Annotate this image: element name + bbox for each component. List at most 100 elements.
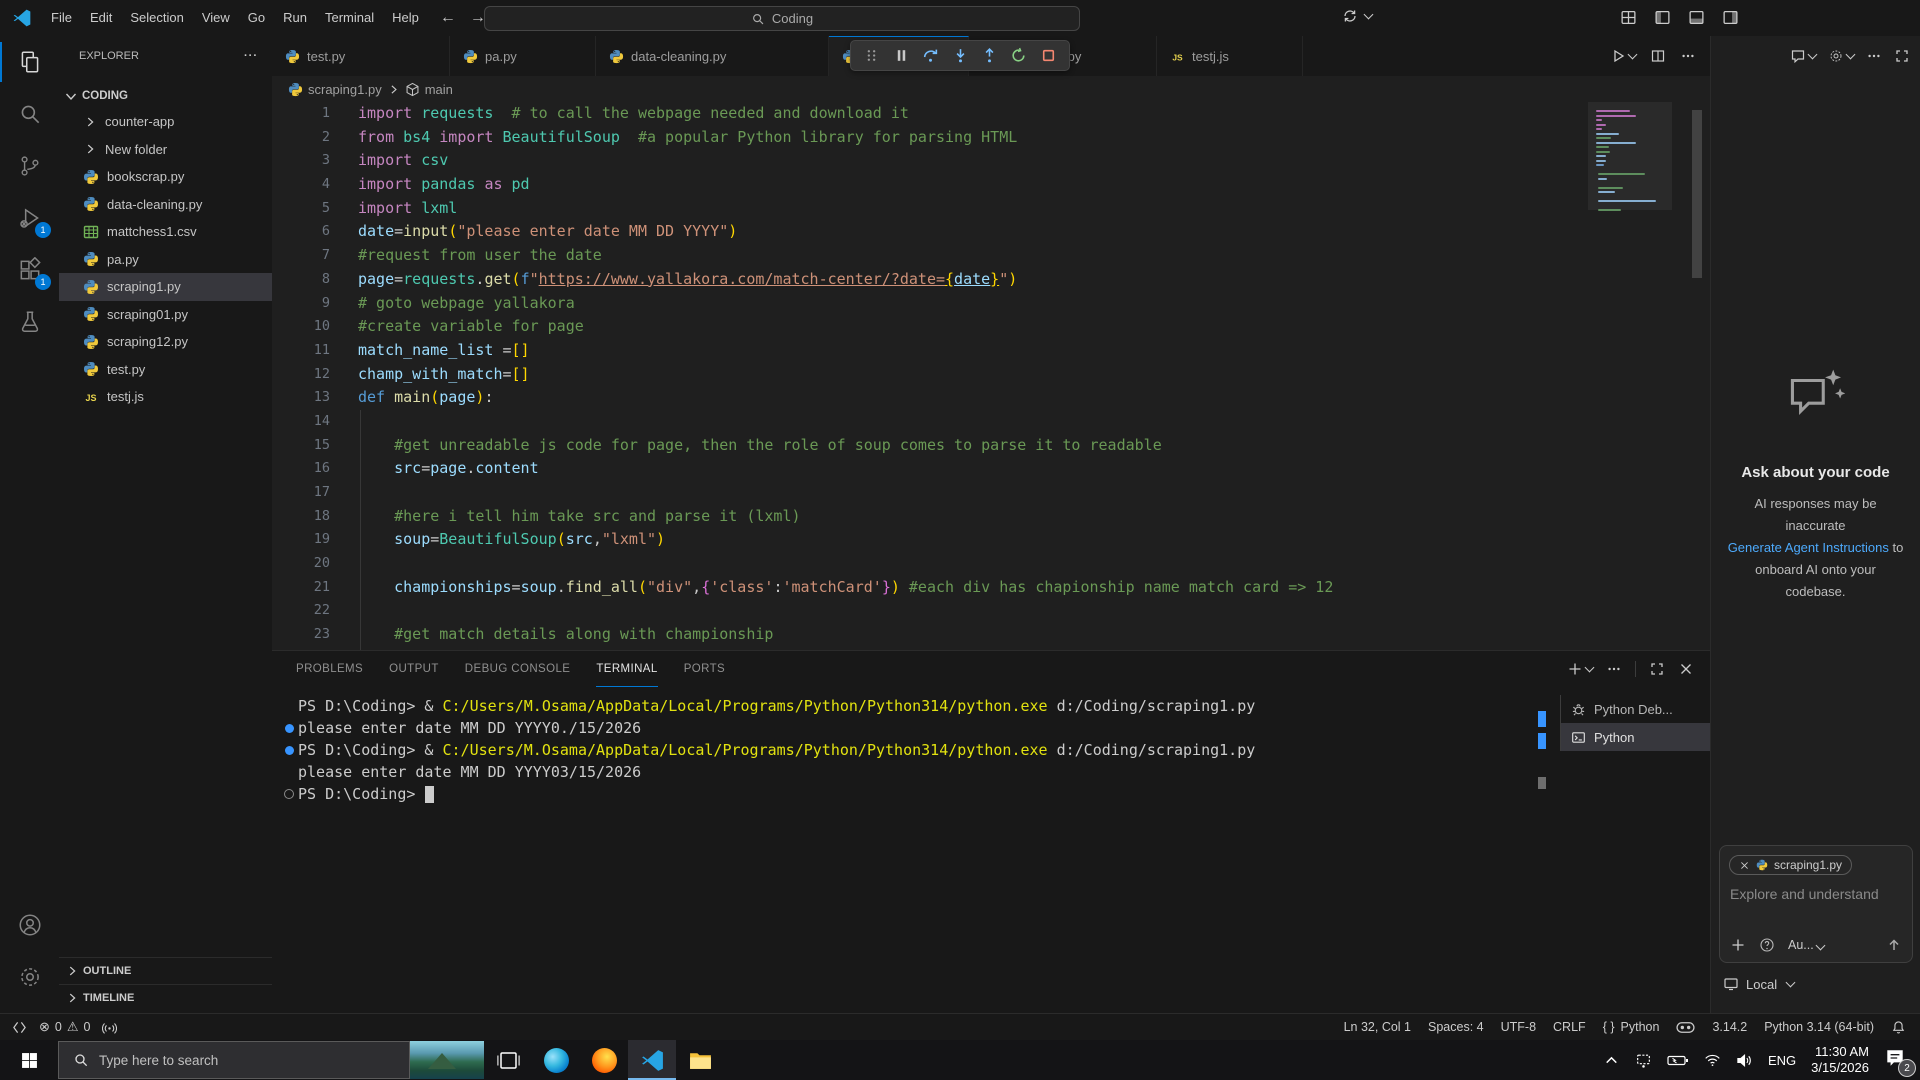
add-context-button[interactable] <box>1730 937 1746 953</box>
back-button[interactable]: ← <box>440 9 456 27</box>
command-center-search[interactable]: Coding <box>484 6 1080 31</box>
file-item-counter-app[interactable]: counter-app <box>59 108 272 136</box>
pause-button[interactable] <box>893 47 910 64</box>
workspace-root-folder[interactable]: CODING <box>59 84 272 108</box>
language-indicator[interactable]: ENG <box>1768 1053 1796 1068</box>
code-line-8[interactable]: 8page=requests.get(f"https://www.yallako… <box>272 268 1710 292</box>
model-picker[interactable]: Au... <box>1788 938 1824 952</box>
chat-settings-button[interactable] <box>1828 48 1854 64</box>
menu-go[interactable]: Go <box>239 0 274 36</box>
activity-source-control[interactable] <box>0 140 59 192</box>
python-version[interactable]: 3.14.2 <box>1712 1020 1747 1034</box>
stop-button[interactable] <box>1040 47 1057 64</box>
menu-run[interactable]: Run <box>274 0 316 36</box>
remote-window-button[interactable] <box>12 1020 27 1035</box>
edge-button[interactable] <box>532 1040 580 1080</box>
terminal-output[interactable]: PS D:\Coding> & C:/Users/M.Osama/AppData… <box>280 695 1255 805</box>
chat-input-card[interactable]: scraping1.py Explore and understand Au..… <box>1719 845 1913 963</box>
activity-search[interactable] <box>0 88 59 140</box>
code-line-6[interactable]: 6date=input("please enter date MM DD YYY… <box>272 220 1710 244</box>
code-line-23[interactable]: 23 #get match details along with champio… <box>272 623 1710 647</box>
taskbar-search[interactable]: Type here to search <box>58 1041 410 1079</box>
wifi-icon[interactable] <box>1704 1052 1721 1069</box>
file-item-scraping12.py[interactable]: scraping12.py <box>59 328 272 356</box>
firefox-button[interactable] <box>580 1040 628 1080</box>
language-mode[interactable]: { }Python <box>1603 1020 1660 1034</box>
panel-tab-ports[interactable]: PORTS <box>684 651 725 687</box>
panel-tab-problems[interactable]: PROBLEMS <box>296 651 363 687</box>
session-target-local[interactable]: Local <box>1723 976 1794 992</box>
file-item-test.py[interactable]: test.py <box>59 356 272 384</box>
tab-pa.py[interactable]: pa.py <box>450 36 596 76</box>
code-line-13[interactable]: 13def main(page): <box>272 386 1710 410</box>
code-line-16[interactable]: 16 src=page.content <box>272 457 1710 481</box>
code-line-20[interactable]: 20 <box>272 552 1710 576</box>
code-line-17[interactable]: 17 <box>272 481 1710 505</box>
code-line-11[interactable]: 11match_name_list =[] <box>272 339 1710 363</box>
code-line-18[interactable]: 18 #here i tell him take src and parse i… <box>272 505 1710 529</box>
file-explorer-button[interactable] <box>676 1040 724 1080</box>
menu-selection[interactable]: Selection <box>121 0 192 36</box>
file-item-testj.js[interactable]: JStestj.js <box>59 383 272 411</box>
customize-layout-icon[interactable] <box>1620 9 1637 26</box>
display-cast-icon[interactable] <box>1635 1052 1652 1069</box>
panel-more-button[interactable] <box>1606 661 1622 677</box>
file-item-data-cleaning.py[interactable]: data-cleaning.py <box>59 191 272 219</box>
step-out-button[interactable] <box>981 47 998 64</box>
file-item-scraping1.py[interactable]: scraping1.py <box>59 273 272 301</box>
code-line-1[interactable]: 1import requests # to call the webpage n… <box>272 102 1710 126</box>
volume-icon[interactable] <box>1736 1052 1753 1069</box>
outline-section[interactable]: OUTLINE <box>59 957 272 984</box>
activity-extensions[interactable]: 1 <box>0 244 59 296</box>
minimap[interactable] <box>1596 110 1660 220</box>
menu-view[interactable]: View <box>193 0 239 36</box>
code-line-22[interactable]: 22 <box>272 599 1710 623</box>
panel-tab-output[interactable]: OUTPUT <box>389 651 439 687</box>
copilot-icon[interactable] <box>1676 1021 1695 1034</box>
explorer-more-actions-button[interactable]: ··· <box>244 50 258 62</box>
tab-data-cleaning.py[interactable]: data-cleaning.py <box>596 36 829 76</box>
sync-dropdown-button[interactable] <box>1342 8 1372 24</box>
file-item-scraping01.py[interactable]: scraping01.py <box>59 301 272 329</box>
terminal-instance-python-deb-[interactable]: Python Deb... <box>1561 695 1711 723</box>
battery-icon[interactable] <box>1667 1054 1689 1067</box>
tab-test.py[interactable]: test.py <box>272 36 450 76</box>
chat-history-button[interactable] <box>1790 48 1816 64</box>
cursor-position[interactable]: Ln 32, Col 1 <box>1344 1020 1411 1034</box>
encoding[interactable]: UTF-8 <box>1501 1020 1536 1034</box>
send-button[interactable] <box>1886 937 1902 953</box>
toggle-secondary-sidebar-icon[interactable] <box>1722 9 1739 26</box>
code-line-15[interactable]: 15 #get unreadable js code for page, the… <box>272 434 1710 458</box>
maximize-panel-button[interactable] <box>1649 661 1665 677</box>
code-line-21[interactable]: 21 championships=soup.find_all("div",{'c… <box>272 576 1710 600</box>
chat-expand-button[interactable] <box>1894 48 1910 64</box>
activity-run-and-debug[interactable]: 1 <box>0 192 59 244</box>
notifications-bell-icon[interactable] <box>1891 1020 1906 1035</box>
code-line-14[interactable]: 14 <box>272 410 1710 434</box>
activity-accounts[interactable] <box>0 899 59 951</box>
code-line-2[interactable]: 2from bs4 import BeautifulSoup #a popula… <box>272 126 1710 150</box>
restart-button[interactable] <box>1010 47 1027 64</box>
tab-testj.js[interactable]: JStestj.js <box>1157 36 1303 76</box>
vscode-taskbar-button[interactable] <box>628 1040 676 1080</box>
split-editor-button[interactable] <box>1650 48 1666 64</box>
tray-expand-icon[interactable] <box>1603 1052 1620 1069</box>
menu-file[interactable]: File <box>42 0 81 36</box>
breadcrumb-file[interactable]: scraping1.py <box>308 82 382 97</box>
activity-settings[interactable] <box>0 951 59 1003</box>
menu-edit[interactable]: Edit <box>81 0 121 36</box>
file-item-bookscrap.py[interactable]: bookscrap.py <box>59 163 272 191</box>
indentation[interactable]: Spaces: 4 <box>1428 1020 1484 1034</box>
new-terminal-button[interactable] <box>1567 661 1593 677</box>
breadcrumb[interactable]: scraping1.py main <box>272 76 1710 102</box>
action-center-button[interactable]: 2 <box>1884 1047 1910 1073</box>
code-line-10[interactable]: 10#create variable for page <box>272 315 1710 339</box>
editor-scrollbar[interactable] <box>1692 110 1702 278</box>
help-icon[interactable] <box>1759 937 1775 953</box>
start-button[interactable] <box>0 1040 58 1080</box>
step-into-button[interactable] <box>952 47 969 64</box>
file-item-mattchess1.csv[interactable]: mattchess1.csv <box>59 218 272 246</box>
chat-more-button[interactable] <box>1866 48 1882 64</box>
toggle-sidebar-icon[interactable] <box>1654 9 1671 26</box>
file-item-New folder[interactable]: New folder <box>59 136 272 164</box>
